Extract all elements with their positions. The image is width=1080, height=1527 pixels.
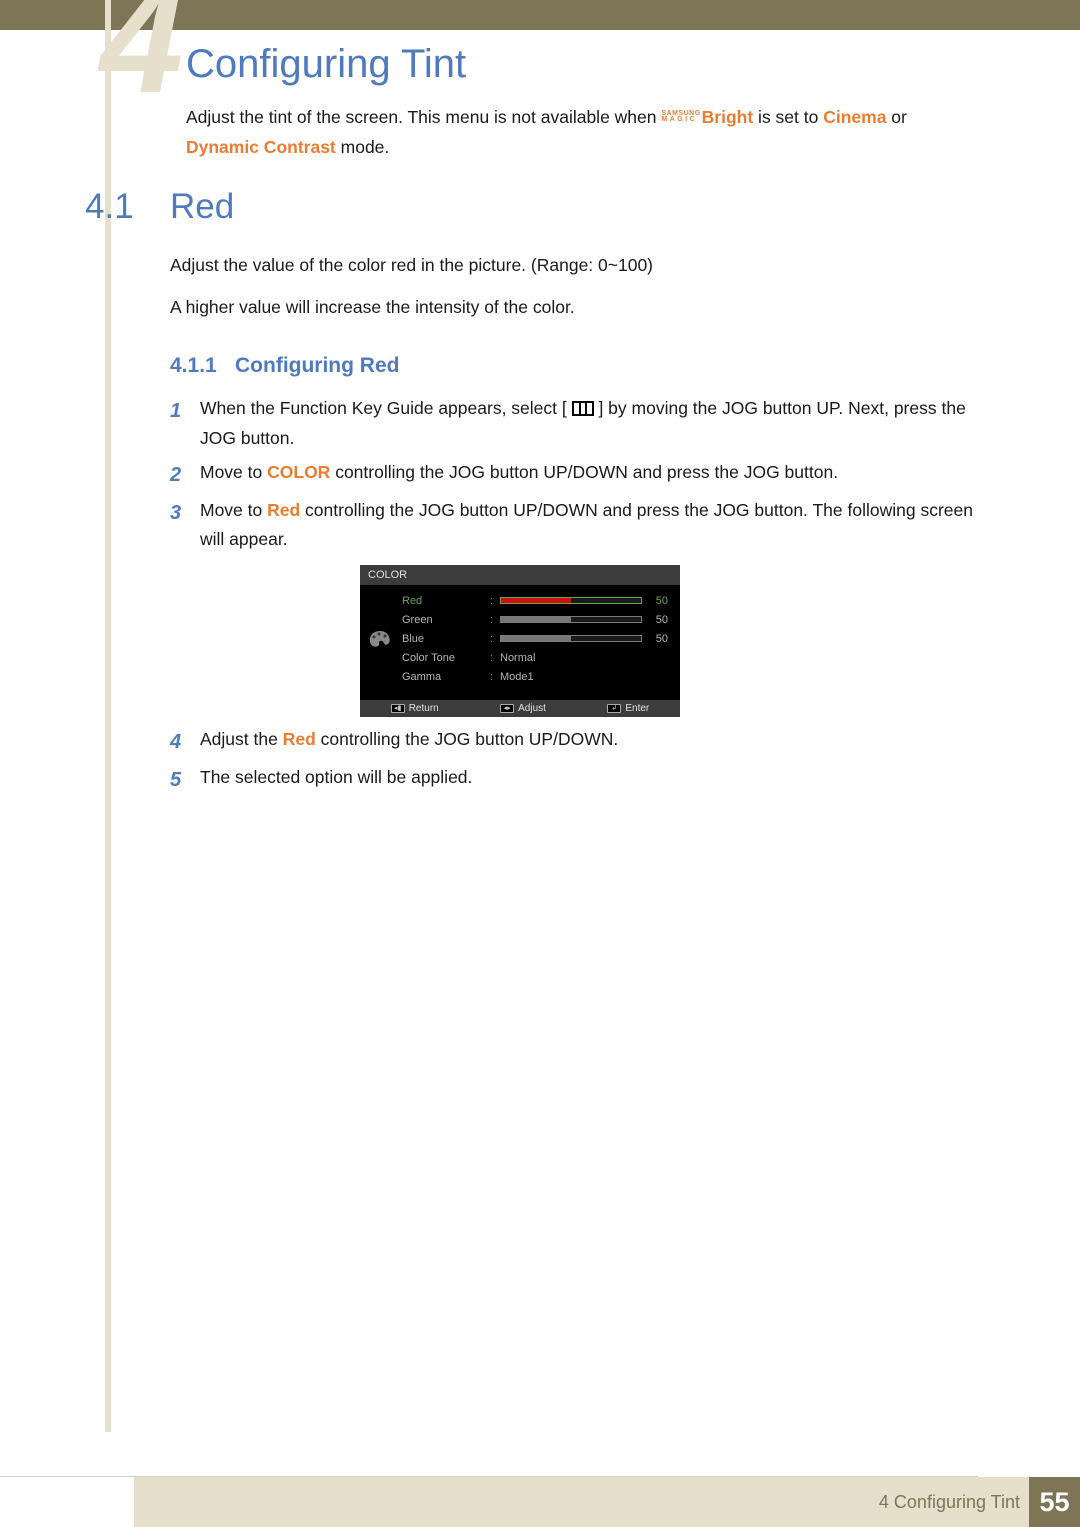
bold-term: Red xyxy=(267,500,300,520)
osd-header: COLOR xyxy=(360,565,680,585)
page-title: Configuring Tint xyxy=(186,42,466,87)
step: 2Move to COLOR controlling the JOG butto… xyxy=(170,458,980,492)
intro-text: Adjust the tint of the screen. This menu… xyxy=(186,103,980,163)
osd-screenshot: COLOR Red:50Green:50Blue:50Color Tone:Nor… xyxy=(360,565,680,717)
intro-part4: mode. xyxy=(336,137,390,157)
osd-footer-item: ◂▮ Return xyxy=(391,703,439,714)
footer-key-label: Adjust xyxy=(518,703,546,714)
osd-value: 50 xyxy=(642,614,668,626)
intro-part2: is set to xyxy=(753,107,823,127)
osd-row: Gamma:Mode1 xyxy=(400,667,668,686)
step: 4Adjust the Red controlling the JOG butt… xyxy=(170,725,980,759)
intro-dynamic: Dynamic Contrast xyxy=(186,137,336,157)
step-number: 5 xyxy=(170,763,200,797)
step-number: 1 xyxy=(170,394,200,454)
step: 3Move to Red controlling the JOG button … xyxy=(170,496,980,556)
osd-footer: ◂▮ Return ◂▸ Adjust ↲ Enter xyxy=(360,700,680,717)
steps-list: 1When the Function Key Guide appears, se… xyxy=(170,390,980,797)
osd-label: Red xyxy=(400,595,490,607)
osd-label: Gamma xyxy=(400,671,490,683)
footer-chapter: 4 Configuring Tint xyxy=(879,1492,1020,1513)
intro-part1: Adjust the tint of the screen. This menu… xyxy=(186,107,661,127)
osd-value: 50 xyxy=(642,595,668,607)
step: 1When the Function Key Guide appears, se… xyxy=(170,394,980,454)
footer-key-icon: ◂▮ xyxy=(391,704,405,713)
osd-row: Red:50 xyxy=(400,591,668,610)
osd-label: Color Tone xyxy=(400,652,490,664)
footer-key-icon: ↲ xyxy=(607,704,621,713)
palette-icon xyxy=(367,629,393,649)
osd-row: Color Tone:Normal xyxy=(400,648,668,667)
paragraph-2: A higher value will increase the intensi… xyxy=(170,297,980,318)
section-title: Red xyxy=(170,187,234,227)
osd-label: Green xyxy=(400,614,490,626)
step-number: 3 xyxy=(170,496,200,556)
paragraph-1: Adjust the value of the color red in the… xyxy=(170,255,980,276)
samsung-magic-icon: SAMSUNGMAGIC xyxy=(661,111,700,124)
osd-slider xyxy=(500,616,642,623)
osd-footer-item: ◂▸ Adjust xyxy=(500,703,546,714)
bold-term: Red xyxy=(283,729,316,749)
step-number: 2 xyxy=(170,458,200,492)
page-footer: 4 Configuring Tint 55 xyxy=(0,1477,1080,1527)
subsection-title: Configuring Red xyxy=(235,354,399,378)
osd-value: Normal xyxy=(500,652,535,664)
osd-row: Green:50 xyxy=(400,610,668,629)
step: 5The selected option will be applied. xyxy=(170,763,980,797)
menu-icon xyxy=(572,401,594,416)
footer-key-label: Return xyxy=(409,703,439,714)
footer-page-number: 55 xyxy=(1029,1477,1080,1527)
step-number: 4 xyxy=(170,725,200,759)
step-body: Move to COLOR controlling the JOG button… xyxy=(200,458,980,492)
footer-key-label: Enter xyxy=(625,703,649,714)
osd-value: 50 xyxy=(642,633,668,645)
osd-footer-item: ↲ Enter xyxy=(607,703,649,714)
step-body: Move to Red controlling the JOG button U… xyxy=(200,496,980,556)
chapter-bg-number: 4 xyxy=(100,0,171,85)
bold-term: COLOR xyxy=(267,462,330,482)
osd-label: Blue xyxy=(400,633,490,645)
section-number: 4.1 xyxy=(85,187,134,227)
intro-part3: or xyxy=(886,107,906,127)
osd-value: Mode1 xyxy=(500,671,534,683)
step-body: When the Function Key Guide appears, sel… xyxy=(200,394,980,454)
osd-slider xyxy=(500,635,642,642)
intro-bright: Bright xyxy=(702,107,754,127)
intro-cinema: Cinema xyxy=(823,107,886,127)
step-body: Adjust the Red controlling the JOG butto… xyxy=(200,725,980,759)
subsection-number: 4.1.1 xyxy=(170,354,217,378)
osd-slider xyxy=(500,597,642,604)
footer-key-icon: ◂▸ xyxy=(500,704,514,713)
step-body: The selected option will be applied. xyxy=(200,763,980,797)
osd-row: Blue:50 xyxy=(400,629,668,648)
